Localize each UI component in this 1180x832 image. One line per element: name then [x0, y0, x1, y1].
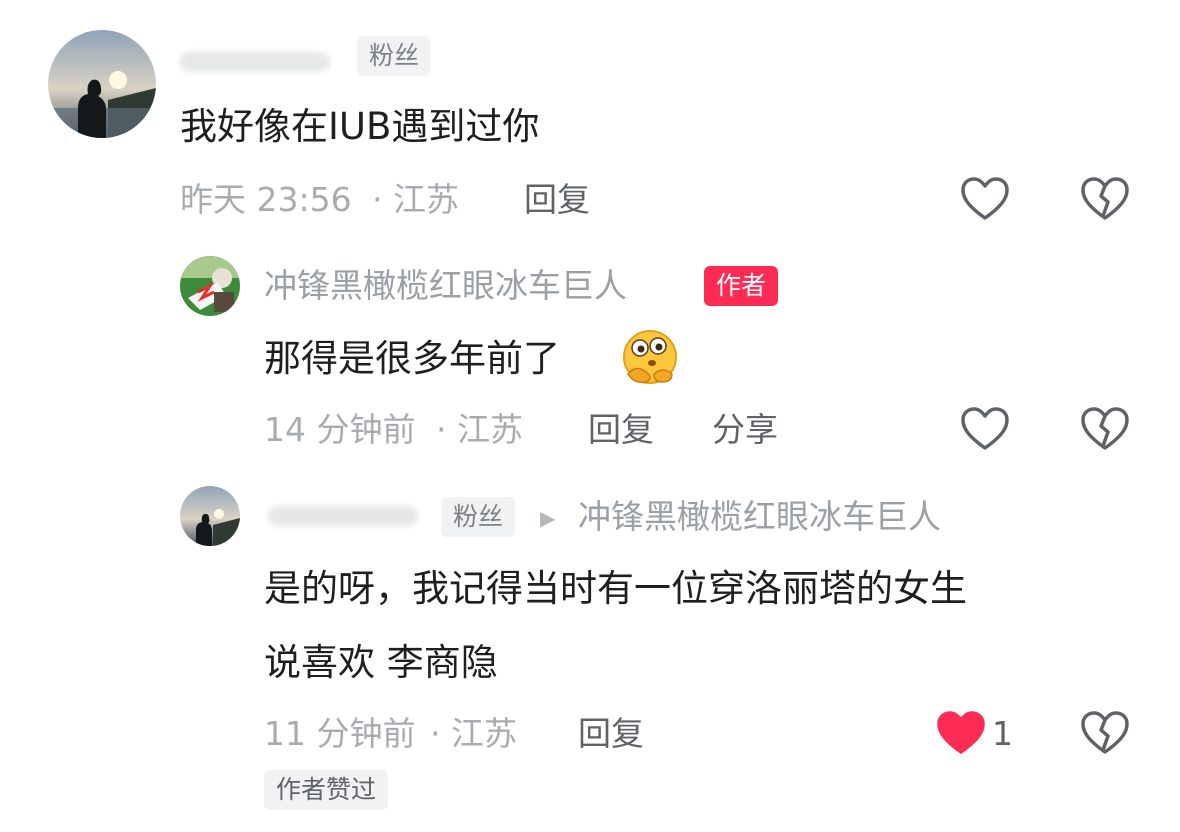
broken-heart-icon[interactable]: [1080, 176, 1130, 222]
comment-text: 我好像在IUB遇到过你: [180, 105, 540, 148]
fan-badge: 粉丝: [357, 36, 432, 76]
reply-location: · 江苏: [436, 410, 523, 449]
thinking-emoji-icon: [623, 330, 677, 384]
reply-location: · 江苏: [430, 714, 517, 753]
username-redacted: [268, 506, 418, 526]
author-avatar[interactable]: [180, 256, 240, 316]
reply-to-arrow-icon: ▶: [540, 506, 556, 530]
heart-filled-icon[interactable]: [936, 710, 986, 756]
share-button[interactable]: 分享: [712, 410, 778, 450]
username-redacted: [180, 52, 330, 72]
reply-text: 那得是很多年前了: [264, 337, 560, 380]
avatar[interactable]: [48, 30, 156, 138]
author-username[interactable]: 冲锋黑橄榄红眼冰车巨人: [264, 266, 627, 306]
reply-button[interactable]: 回复: [588, 410, 654, 450]
comment-location: · 江苏: [372, 180, 459, 219]
broken-heart-icon[interactable]: [1080, 710, 1130, 756]
avatar[interactable]: [180, 486, 240, 546]
reply-time: 11 分钟前: [264, 714, 416, 753]
broken-heart-icon[interactable]: [1080, 406, 1130, 452]
author-badge: 作者: [704, 266, 779, 306]
reply-time: 14 分钟前: [264, 410, 416, 449]
reply-text: 是的呀，我记得当时有一位穿洛丽塔的女生: [264, 567, 967, 610]
like-count: 1: [992, 714, 1013, 753]
author-liked-badge: 作者赞过: [264, 770, 389, 810]
heart-outline-icon[interactable]: [960, 406, 1010, 452]
fan-badge: 粉丝: [441, 497, 516, 537]
heart-outline-icon[interactable]: [960, 176, 1010, 222]
reply-text-line2: 说喜欢 李商隐: [264, 641, 498, 684]
reply-to-username[interactable]: 冲锋黑橄榄红眼冰车巨人: [578, 497, 941, 537]
reply-button[interactable]: 回复: [524, 180, 590, 220]
reply-button[interactable]: 回复: [578, 714, 644, 754]
comment-time: 昨天 23:56: [180, 180, 352, 219]
